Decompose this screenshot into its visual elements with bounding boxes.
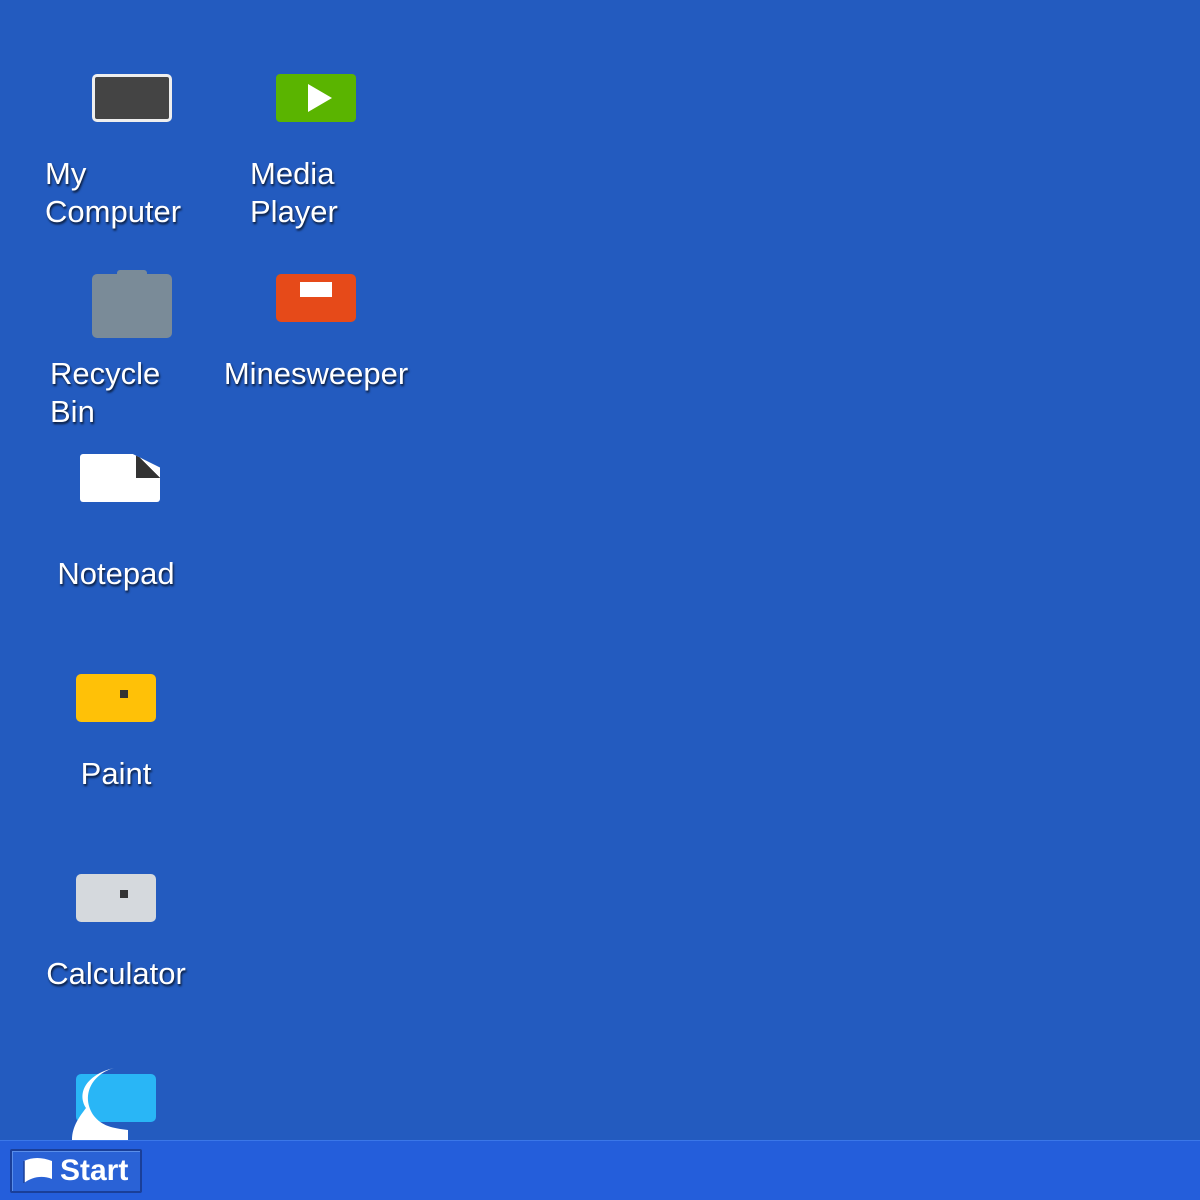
label-line: Minesweeper: [223, 356, 409, 391]
label-line: Calculator: [46, 956, 186, 991]
desktop-icon-my-computer[interactable]: My Computer: [16, 0, 216, 229]
chat-swoosh-icon: [72, 1068, 132, 1140]
label-line: Recycle: [50, 356, 161, 391]
recycle-bin-icon: [92, 270, 172, 338]
desktop-icon-recycle-bin[interactable]: Recycle Bin: [16, 200, 216, 429]
start-label: Start: [60, 1154, 129, 1187]
desktop-icon-unlabeled-app[interactable]: [16, 1000, 216, 1140]
notepad-icon: [80, 454, 160, 502]
desktop-icon-paint[interactable]: Paint: [16, 600, 216, 800]
label-line: My: [45, 156, 87, 191]
calculator-icon: [76, 874, 156, 922]
minesweeper-bar-icon: [300, 282, 332, 297]
start-button[interactable]: Start: [10, 1149, 142, 1193]
label-line: Media: [250, 156, 335, 191]
media-player-icon: [276, 74, 356, 122]
desktop-icon-label: Calculator: [16, 955, 216, 993]
desktop-icon-label: Notepad: [16, 555, 216, 593]
desktop: My Computer Media Player Recycle Bin Min…: [0, 0, 1200, 1140]
paint-icon: [76, 674, 156, 722]
calculator-dot-icon: [120, 890, 128, 898]
desktop-icon-calculator[interactable]: Calculator: [16, 800, 216, 1000]
minesweeper-icon: [276, 274, 356, 322]
computer-icon: [92, 74, 172, 122]
taskbar: Start: [0, 1140, 1200, 1200]
desktop-icon-label: Minesweeper: [216, 355, 416, 393]
page-fold-icon: [136, 454, 160, 478]
desktop-icon-label: Paint: [16, 755, 216, 793]
chat-app-icon: [76, 1074, 156, 1122]
desktop-icon-media-player[interactable]: Media Player: [216, 0, 416, 229]
label-line: Paint: [80, 756, 152, 791]
recycle-bin-lid-icon: [117, 270, 147, 276]
paint-dot-icon: [120, 690, 128, 698]
desktop-icon-minesweeper[interactable]: Minesweeper: [216, 200, 416, 400]
play-icon: [308, 84, 332, 112]
start-flag-icon: [23, 1158, 52, 1183]
label-line: Notepad: [57, 556, 175, 591]
desktop-icon-notepad[interactable]: Notepad: [16, 400, 216, 600]
